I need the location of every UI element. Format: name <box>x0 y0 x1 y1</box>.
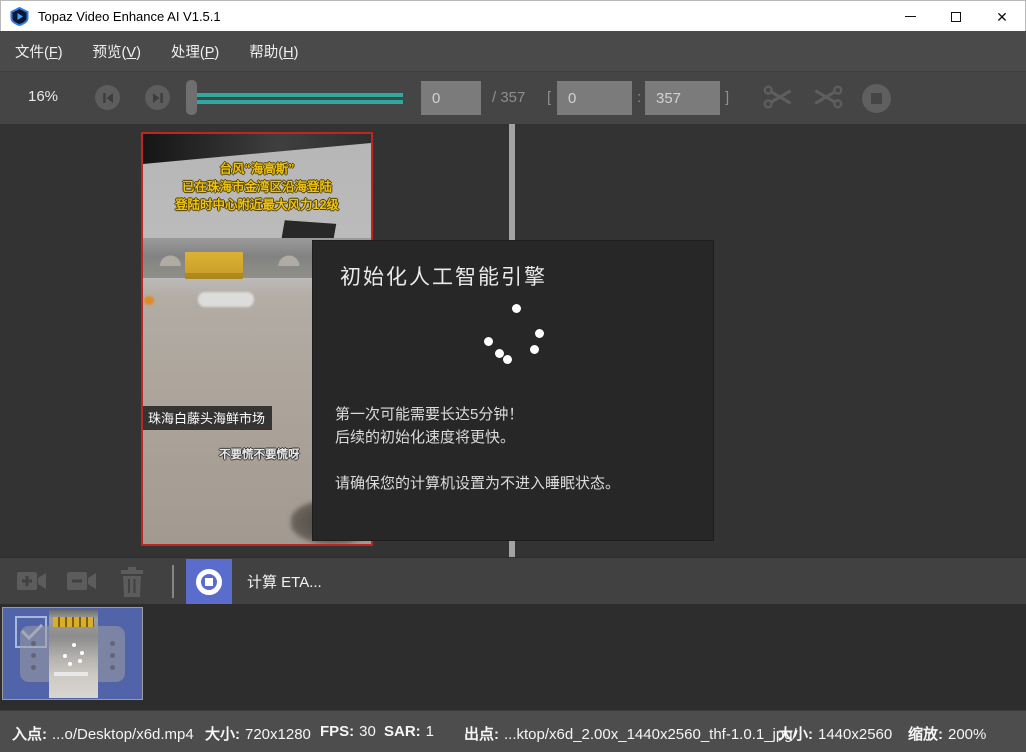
timeline-slider-handle[interactable] <box>186 80 197 115</box>
timeline-slider-track[interactable] <box>197 93 403 104</box>
init-engine-dialog: 初始化人工智能引擎 第一次可能需要长达5分钟！ 后续的初始化速度将更快。 请确保… <box>313 241 713 540</box>
dialog-body: 第一次可能需要长达5分钟！ 后续的初始化速度将更快。 请确保您的计算机设置为不进… <box>335 403 620 495</box>
zoom-level: 16% <box>28 88 58 105</box>
stop-icon <box>871 93 882 104</box>
status-output-file: 出点:...ktop/x6d_2.00x_1440x2560_thf-1.0.1… <box>464 723 797 744</box>
maximize-button[interactable] <box>933 1 979 32</box>
stop-preview-button[interactable] <box>862 84 891 113</box>
stop-processing-button[interactable] <box>186 559 232 604</box>
trim-start-input[interactable] <box>557 81 632 115</box>
skip-end-icon <box>152 92 164 104</box>
thumb-caption-strip <box>53 617 94 627</box>
status-sar: SAR:1 <box>384 723 434 740</box>
thumb-subtitle-strip <box>54 672 88 676</box>
maximize-icon <box>951 12 961 22</box>
add-video-button[interactable] <box>16 569 48 593</box>
main-preview-area: 台风“海高斯” 已在珠海市金湾区沿海登陆 登陆时中心附近最大风力12级 珠海白藤… <box>0 124 1026 557</box>
status-scale: 缩放:200% <box>908 723 986 744</box>
trim-in-scissors-icon[interactable] <box>763 85 793 109</box>
video-queue-item-selected[interactable] <box>2 607 143 700</box>
video-location-tag: 珠海白藤头海鲜市场 <box>143 406 272 430</box>
menu-file[interactable]: 文件(F) <box>15 41 63 62</box>
total-frames-label: / 357 <box>492 89 525 106</box>
minimize-icon <box>905 16 916 18</box>
range-bracket-open: [ <box>547 89 551 106</box>
remove-video-button[interactable] <box>66 569 98 593</box>
trim-out-scissors-icon[interactable] <box>813 85 843 109</box>
status-fps: FPS:30 <box>320 723 376 740</box>
range-bracket-close: ] <box>725 89 729 106</box>
menu-help[interactable]: 帮助(H) <box>249 41 298 62</box>
video-car <box>198 292 254 307</box>
status-input-size: 大小:720x1280 <box>205 723 311 744</box>
transport-toolbar: 16% / 357 [ : ] <box>0 72 1026 124</box>
dialog-title: 初始化人工智能引擎 <box>340 261 547 291</box>
minimize-button[interactable] <box>887 1 933 32</box>
delete-video-button[interactable] <box>119 567 145 597</box>
skip-start-icon <box>102 92 114 104</box>
close-button[interactable]: ✕ <box>979 1 1025 32</box>
window-title: Topaz Video Enhance AI V1.5.1 <box>38 9 221 24</box>
title-bar: Topaz Video Enhance AI V1.5.1 ✕ <box>0 0 1026 31</box>
close-icon: ✕ <box>996 10 1008 24</box>
eta-status-text: 计算 ETA... <box>247 571 322 592</box>
menu-process[interactable]: 处理(P) <box>171 41 219 62</box>
app-logo-icon <box>10 7 29 26</box>
app-window: Topaz Video Enhance AI V1.5.1 ✕ 文件(F) 预览… <box>0 0 1026 752</box>
status-output-size: 大小:1440x2560 <box>778 723 892 744</box>
range-separator: : <box>637 89 641 106</box>
video-caption-top: 台风“海高斯” 已在珠海市金湾区沿海登陆 登陆时中心附近最大风力12级 <box>143 160 371 214</box>
video-orange-light <box>144 296 154 305</box>
menu-bar: 文件(F) 预览(V) 处理(P) 帮助(H) <box>0 31 1026 72</box>
status-input-file: 入点:...o/Desktop/x6d.mp4 <box>12 723 194 744</box>
current-frame-input[interactable] <box>421 81 481 115</box>
trim-end-input[interactable] <box>645 81 720 115</box>
menu-preview[interactable]: 预览(V) <box>93 41 141 62</box>
film-sprocket-left <box>31 641 36 646</box>
queue-item-thumbnail <box>49 610 98 698</box>
skip-to-end-button[interactable] <box>145 85 170 110</box>
skip-to-start-button[interactable] <box>95 85 120 110</box>
status-bar: 入点:...o/Desktop/x6d.mp4 大小:720x1280 FPS:… <box>0 710 1026 752</box>
video-yellow-sign <box>185 252 243 279</box>
process-toolbar: 计算 ETA... <box>0 557 1026 604</box>
toolbar-divider <box>172 565 174 598</box>
video-caption-mid: 不要慌不要慌呀 <box>219 446 300 462</box>
stop-processing-icon <box>196 569 222 595</box>
film-sprocket-right <box>110 641 115 646</box>
video-queue-strip <box>0 604 1026 710</box>
